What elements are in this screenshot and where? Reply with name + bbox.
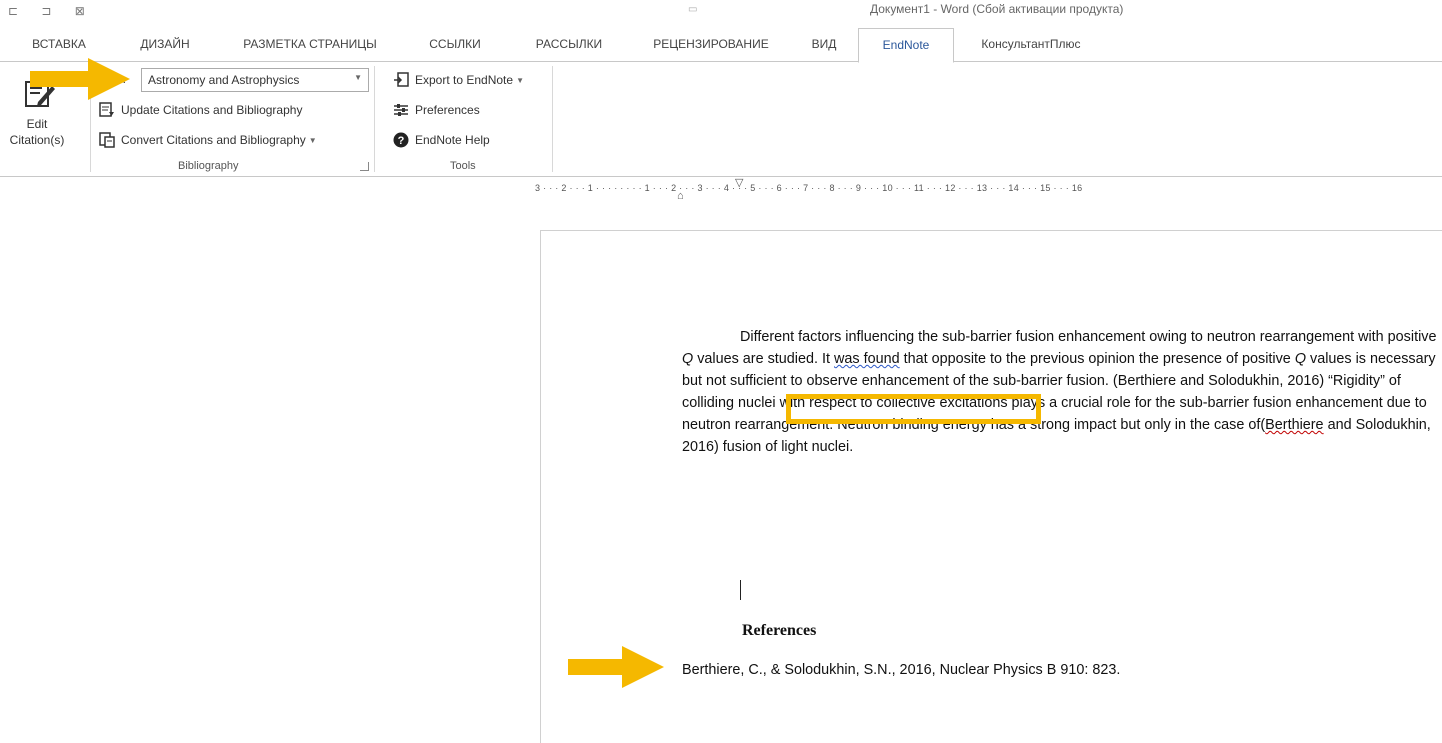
dialog-launcher-icon[interactable]	[360, 162, 369, 171]
left-indent-marker-icon[interactable]: ⌂	[677, 190, 684, 202]
convert-citations-button[interactable]: Convert Citations and Bibliography ▼	[98, 130, 317, 150]
convert-citations-label: Convert Citations and Bibliography	[121, 133, 306, 147]
chevron-down-icon[interactable]: ▼	[354, 73, 362, 82]
update-citations-button[interactable]: Update Citations and Bibliography	[98, 100, 302, 120]
ribbon-endnote: Edit Citation(s) e: Astronomy and Astrop…	[0, 61, 1442, 177]
endnote-help-button[interactable]: ? EndNote Help	[392, 130, 490, 150]
tab-design[interactable]: ДИЗАЙН	[128, 28, 202, 61]
first-line-indent-marker-icon[interactable]: ▽	[735, 176, 743, 189]
tab-mailings[interactable]: РАССЫЛКИ	[524, 28, 614, 61]
convert-citations-icon	[98, 132, 116, 148]
svg-text:?: ?	[398, 135, 405, 147]
edit-citations-label: Edit Citation(s)	[9, 117, 65, 147]
quick-access-toolbar[interactable]: ⊏ ⊐ ⊠	[8, 4, 95, 18]
annotation-arrow-icon	[30, 58, 130, 100]
grammar-flagged-word[interactable]: was found	[834, 351, 900, 367]
chevron-down-icon: ▼	[516, 75, 524, 85]
annotation-highlight-box	[786, 394, 1041, 424]
ruler-ticks: 3 · · · 2 · · · 1 · · · · · · · · 1 · · …	[535, 183, 1083, 193]
update-citations-label: Update Citations and Bibliography	[121, 103, 303, 117]
group-separator	[552, 66, 553, 172]
reference-entry[interactable]: Berthiere, C., & Solodukhin, S.N., 2016,…	[682, 662, 1120, 678]
export-to-endnote-label: Export to EndNote	[415, 73, 514, 87]
tab-konsultant-plus[interactable]: КонсультантПлюс	[966, 28, 1096, 61]
export-icon	[392, 72, 410, 88]
help-icon: ?	[392, 132, 410, 148]
annotation-arrow-icon	[568, 646, 664, 688]
horizontal-ruler[interactable]: 3 · · · 2 · · · 1 · · · · · · · · 1 · · …	[535, 177, 1442, 206]
tab-review[interactable]: РЕЦЕНЗИРОВАНИЕ	[638, 28, 784, 61]
citation-style-dropdown[interactable]: Astronomy and Astrophysics ▼	[141, 68, 369, 92]
citation-style-value: Astronomy and Astrophysics	[148, 73, 300, 87]
title-bar: ⊏ ⊐ ⊠ ▭ Документ1 - Word (Сбой активации…	[0, 0, 1442, 24]
preferences-button[interactable]: Preferences	[392, 100, 480, 120]
text-cursor	[740, 580, 741, 600]
group-label-bibliography: Bibliography	[178, 160, 239, 172]
document-body[interactable]: Different factors influencing the sub-ba…	[682, 326, 1442, 458]
tab-insert[interactable]: ВСТАВКА	[20, 28, 98, 61]
body-paragraph: Different factors influencing the sub-ba…	[682, 329, 1437, 455]
preferences-icon	[392, 102, 410, 118]
tab-references[interactable]: ССЫЛКИ	[425, 28, 485, 61]
tab-view[interactable]: ВИД	[808, 28, 840, 61]
update-citations-icon	[98, 102, 116, 118]
group-separator	[374, 66, 375, 172]
references-heading: References	[742, 622, 817, 639]
window-title: Документ1 - Word (Сбой активации продукт…	[870, 2, 1124, 16]
endnote-help-label: EndNote Help	[415, 133, 490, 147]
tab-endnote[interactable]: EndNote	[858, 28, 954, 63]
group-label-tools: Tools	[450, 160, 476, 172]
chevron-down-icon: ▼	[308, 135, 317, 145]
preferences-label: Preferences	[415, 103, 480, 117]
citation-field[interactable]: (Berthiere and Solodukhin, 2016)	[1113, 373, 1324, 389]
export-to-endnote-button[interactable]: Export to EndNote ▼	[392, 70, 524, 90]
ribbon-tabs: ВСТАВКА ДИЗАЙН РАЗМЕТКА СТРАНИЦЫ ССЫЛКИ …	[0, 28, 1442, 63]
mouse-cursor-icon: ▭	[688, 4, 698, 15]
spelling-flagged-word: Berthiere	[1265, 417, 1324, 433]
tab-page-layout[interactable]: РАЗМЕТКА СТРАНИЦЫ	[228, 28, 392, 61]
